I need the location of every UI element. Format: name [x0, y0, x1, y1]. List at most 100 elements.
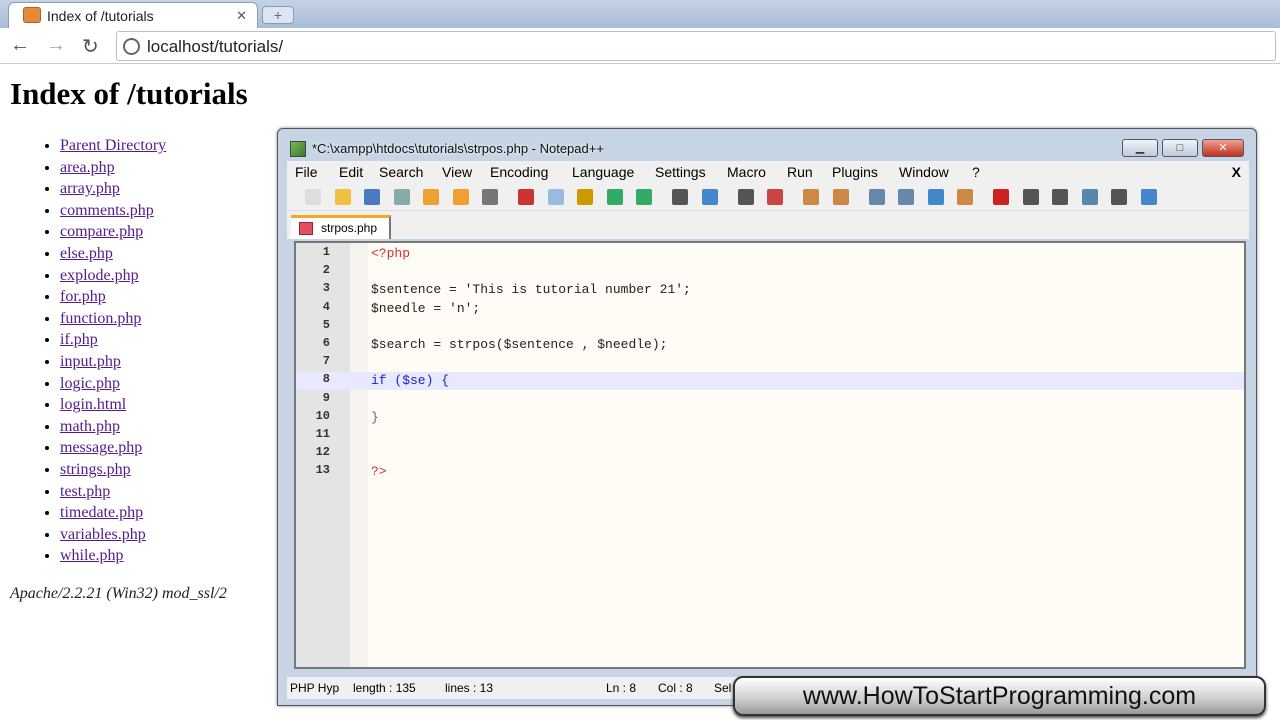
- menu-language[interactable]: Language: [572, 164, 634, 180]
- code-editor[interactable]: 1 <?php 2 3 $sentence = 'This is tutorial nu…: [294, 241, 1246, 669]
- file-link[interactable]: Parent Directory: [60, 137, 166, 154]
- menu-search[interactable]: Search: [379, 164, 423, 180]
- file-link[interactable]: timedate.php: [60, 504, 143, 521]
- file-link[interactable]: logic.php: [60, 375, 120, 392]
- save-macro-icon[interactable]: [1111, 189, 1127, 205]
- menu-help[interactable]: ?: [972, 164, 980, 180]
- close-tab-icon[interactable]: ✕: [236, 8, 247, 24]
- menu-settings[interactable]: Settings: [655, 164, 706, 180]
- menu-edit[interactable]: Edit: [339, 164, 363, 180]
- launch-icon[interactable]: [1140, 189, 1157, 205]
- window-title: *C:\xampp\htdocs\tutorials\strpos.php - …: [312, 141, 604, 156]
- undo-icon[interactable]: [606, 189, 623, 205]
- file-link[interactable]: area.php: [60, 159, 115, 176]
- window-title-bar: *C:\xampp\htdocs\tutorials\strpos.php - …: [286, 133, 1246, 159]
- file-link[interactable]: while.php: [60, 547, 124, 564]
- notepadpp-window: *C:\xampp\htdocs\tutorials\strpos.php - …: [277, 128, 1257, 706]
- record-macro-icon[interactable]: [993, 189, 1009, 205]
- status-lines: lines : 13: [445, 681, 494, 695]
- code-line: 13 ?>: [296, 463, 1244, 481]
- address-bar[interactable]: localhost/tutorials/: [116, 31, 1276, 61]
- maximize-button[interactable]: □: [1162, 139, 1198, 157]
- redo-icon[interactable]: [636, 189, 652, 205]
- tab-strpos-php[interactable]: strpos.php: [291, 215, 391, 239]
- code-text: ?>: [371, 464, 387, 480]
- file-link[interactable]: function.php: [60, 310, 141, 327]
- unsaved-file-icon: [299, 222, 313, 235]
- new-icon[interactable]: [305, 189, 321, 205]
- list-item: login.html: [60, 396, 166, 418]
- open-icon[interactable]: [334, 189, 351, 205]
- menu-window[interactable]: Window: [899, 164, 949, 180]
- list-item: array.php: [60, 180, 166, 202]
- indent-guide-icon[interactable]: [927, 189, 944, 205]
- file-link[interactable]: comments.php: [60, 202, 154, 219]
- file-list: Parent Directory area.php array.php comment…: [40, 137, 166, 569]
- stop-macro-icon[interactable]: [1022, 189, 1039, 205]
- file-link[interactable]: compare.php: [60, 223, 143, 240]
- file-link[interactable]: else.php: [60, 245, 113, 262]
- print-icon[interactable]: [482, 189, 498, 205]
- globe-icon: [123, 38, 140, 55]
- file-link[interactable]: login.html: [60, 396, 126, 413]
- close-all-icon[interactable]: [452, 189, 469, 205]
- file-link[interactable]: array.php: [60, 180, 120, 197]
- list-item: variables.php: [60, 526, 166, 548]
- zoom-in-icon[interactable]: [737, 189, 754, 205]
- menu-macro[interactable]: Macro: [727, 164, 766, 180]
- page-title: Index of /tutorials: [10, 76, 248, 111]
- cut-icon[interactable]: [518, 189, 534, 205]
- find-icon[interactable]: [672, 189, 688, 205]
- file-link[interactable]: math.php: [60, 418, 120, 435]
- status-column: Col : 8: [658, 681, 693, 695]
- code-text: if ($se) {: [371, 373, 450, 389]
- file-link[interactable]: message.php: [60, 439, 142, 456]
- all-chars-icon[interactable]: [898, 189, 914, 205]
- code-text: }: [371, 409, 379, 425]
- replace-icon[interactable]: [701, 189, 718, 205]
- menu-run[interactable]: Run: [787, 164, 813, 180]
- menu-view[interactable]: View: [442, 164, 472, 180]
- line-number: 11: [315, 427, 330, 441]
- watermark-banner: www.HowToStartProgramming.com: [733, 676, 1266, 716]
- menu-file[interactable]: File: [295, 164, 318, 180]
- play-macro-icon[interactable]: [1052, 189, 1068, 205]
- minimize-button[interactable]: ▁: [1122, 139, 1158, 157]
- run-macro-multi-icon[interactable]: [1081, 189, 1098, 205]
- forward-icon[interactable]: →: [46, 34, 66, 57]
- close-button[interactable]: ✕: [1202, 139, 1244, 157]
- browser-tab[interactable]: Index of /tutorials ✕: [8, 2, 258, 28]
- paste-icon[interactable]: [577, 189, 593, 205]
- file-link[interactable]: input.php: [60, 353, 121, 370]
- zoom-out-icon[interactable]: [767, 189, 783, 205]
- menu-plugins[interactable]: Plugins: [832, 164, 878, 180]
- list-item: function.php: [60, 310, 166, 332]
- list-item: else.php: [60, 245, 166, 267]
- close-document-button[interactable]: X: [1232, 164, 1241, 180]
- new-tab-button[interactable]: +: [262, 6, 294, 24]
- save-all-icon[interactable]: [393, 189, 410, 205]
- browser-tab-bar: Index of /tutorials ✕ +: [0, 0, 1280, 28]
- file-link[interactable]: variables.php: [60, 526, 146, 543]
- file-link[interactable]: strings.php: [60, 461, 131, 478]
- file-link[interactable]: for.php: [60, 288, 106, 305]
- file-link[interactable]: test.php: [60, 483, 110, 500]
- doc-map-icon[interactable]: [957, 189, 973, 205]
- list-item: test.php: [60, 483, 166, 505]
- file-link[interactable]: if.php: [60, 331, 98, 348]
- reload-icon[interactable]: ↻: [82, 34, 99, 59]
- sync-h-icon[interactable]: [832, 189, 849, 205]
- url-text[interactable]: localhost/tutorials/: [147, 37, 283, 57]
- status-line: Ln : 8: [606, 681, 637, 695]
- sync-v-icon[interactable]: [803, 189, 819, 205]
- file-link[interactable]: explode.php: [60, 267, 139, 284]
- toolbar: [287, 183, 1249, 211]
- code-line: 1 <?php: [296, 245, 1244, 263]
- copy-icon[interactable]: [547, 189, 564, 205]
- back-icon[interactable]: ←: [10, 34, 30, 57]
- close-icon[interactable]: [423, 189, 439, 205]
- list-item: while.php: [60, 547, 166, 569]
- menu-encoding[interactable]: Encoding: [490, 164, 548, 180]
- save-icon[interactable]: [364, 189, 380, 205]
- wrap-icon[interactable]: [868, 189, 885, 205]
